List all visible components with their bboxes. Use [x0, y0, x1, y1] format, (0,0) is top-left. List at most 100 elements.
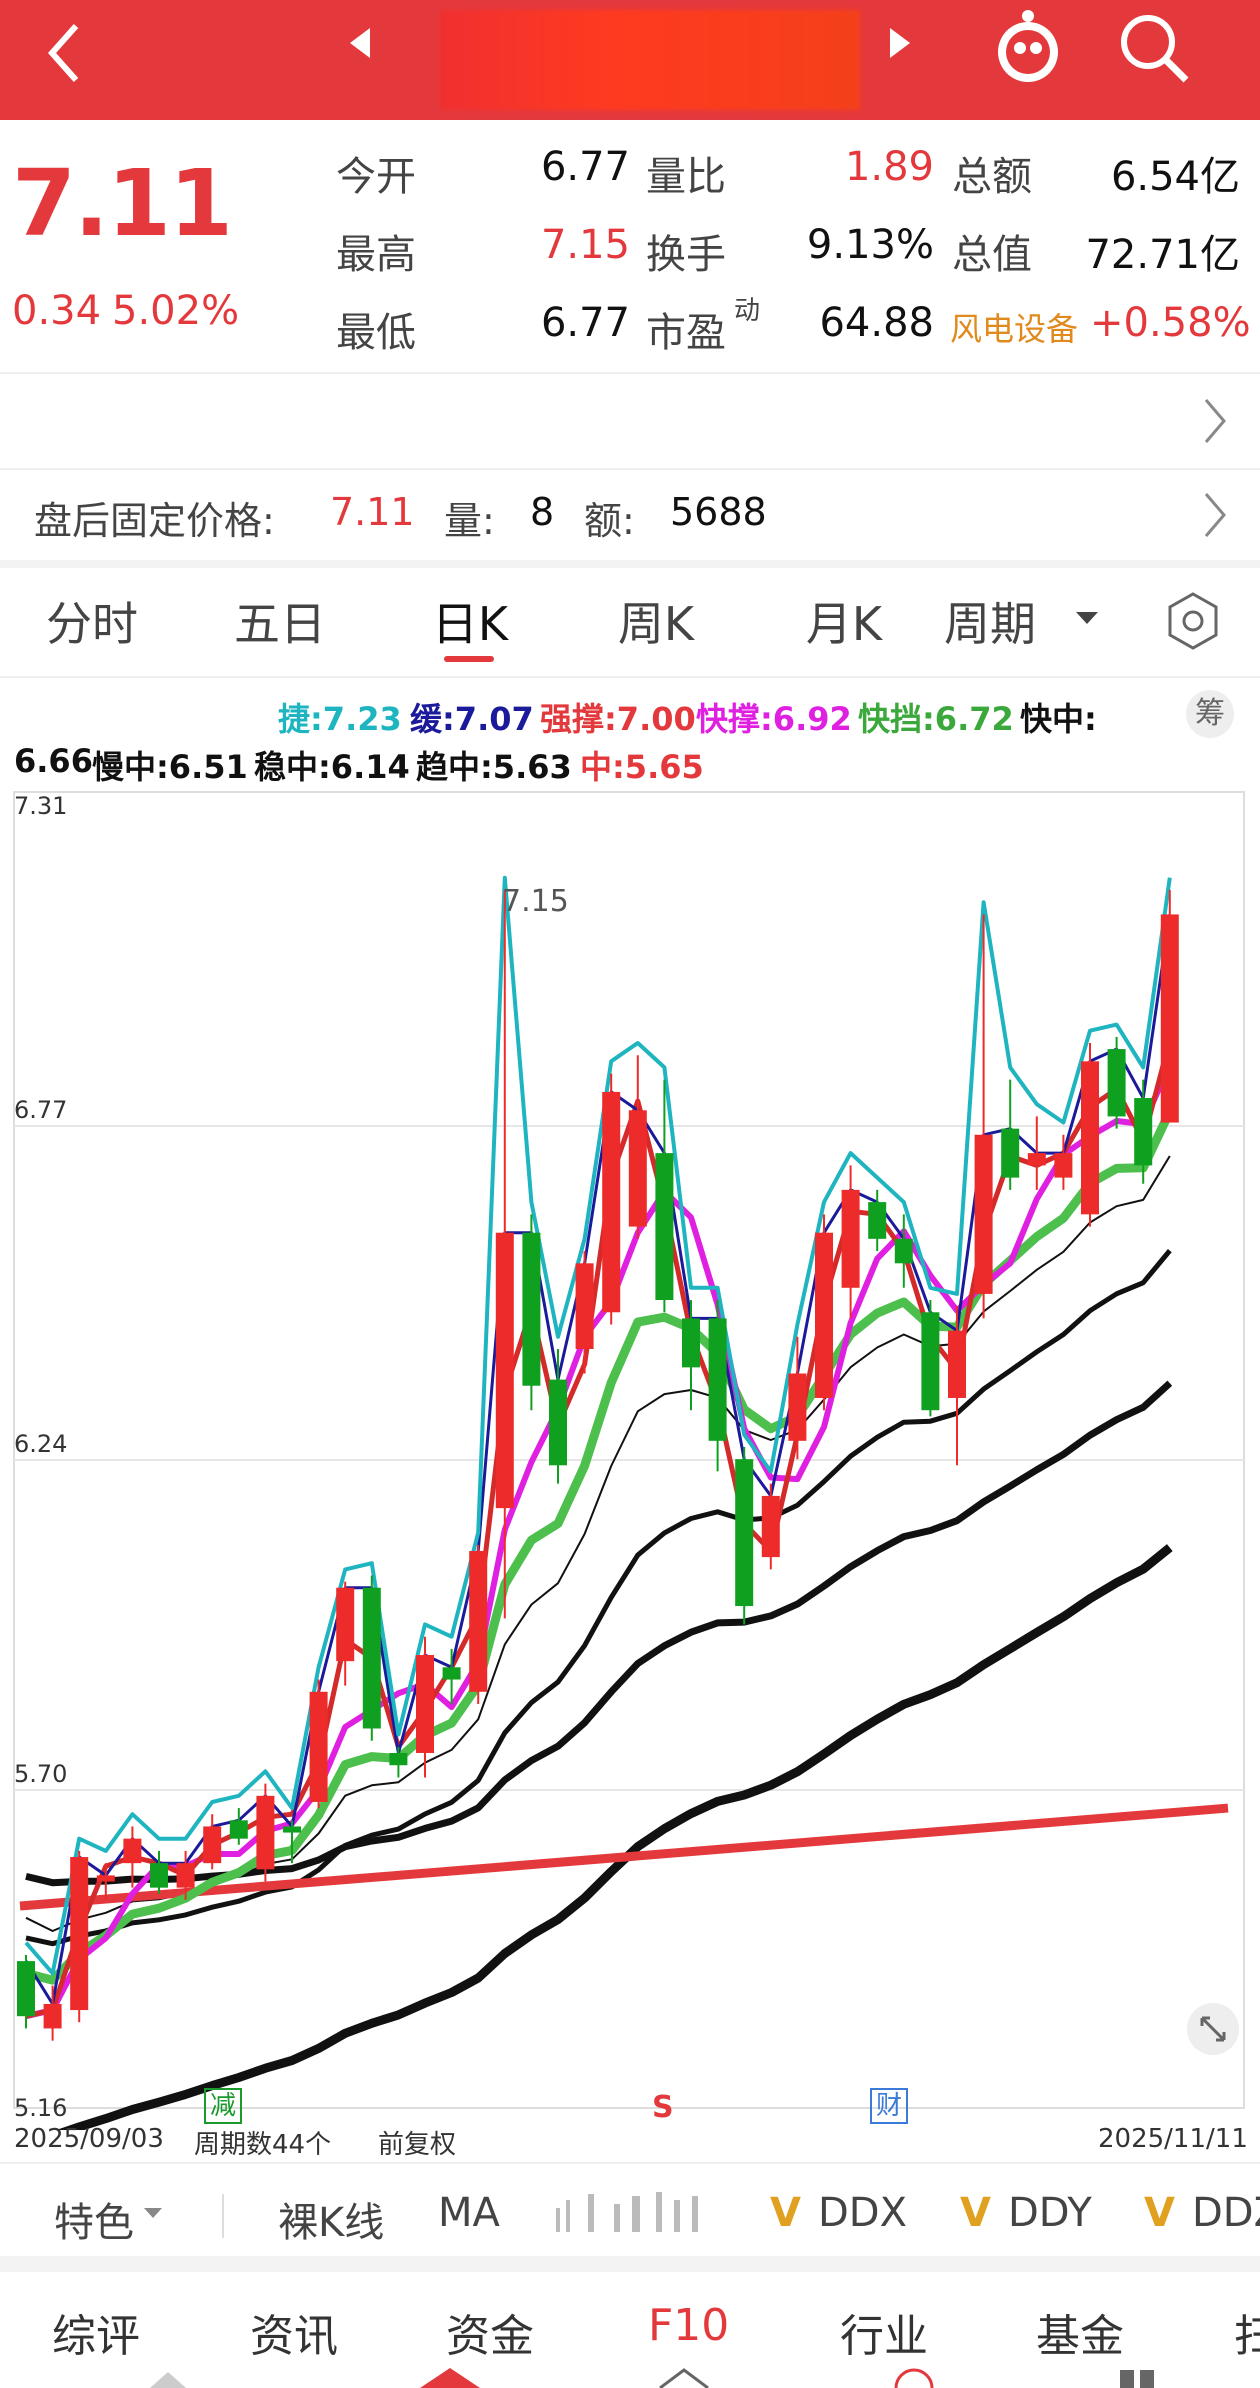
ma-button[interactable]: MA — [438, 2190, 500, 2236]
pe-value: 64.88 — [819, 300, 934, 346]
candle-body — [708, 1318, 727, 1441]
open-label: 今开 — [336, 154, 416, 200]
naked-k-button[interactable]: 裸K线 — [278, 2190, 384, 2248]
tab-daily-k[interactable]: 日K — [400, 588, 540, 654]
sector-change[interactable]: +0.58% — [1090, 300, 1251, 346]
turnover-amount-label: 总额 — [952, 154, 1032, 200]
candle-body — [495, 1232, 514, 1509]
candle-body — [894, 1238, 913, 1264]
prev-stock-icon[interactable] — [346, 26, 376, 60]
chevron-right-icon[interactable] — [1200, 490, 1230, 540]
candle-body — [70, 1857, 89, 2011]
settings-hexagon-icon[interactable] — [1162, 590, 1224, 652]
candle-body — [1027, 1153, 1046, 1166]
tab-period[interactable]: 周期 — [944, 588, 1074, 654]
candle-body — [522, 1232, 541, 1386]
high-label: 最高 — [336, 232, 416, 278]
pe-label: 市盈 — [646, 310, 726, 356]
period-count: 周期数44个 — [194, 2130, 332, 2160]
start-date: 2025/09/03 — [14, 2124, 164, 2154]
divider — [0, 2256, 1260, 2272]
candle-body — [17, 1961, 35, 2017]
ddy-button[interactable]: DDY — [1008, 2190, 1092, 2236]
tab-intraday[interactable]: 分时 — [22, 588, 162, 654]
tab-more[interactable]: 扫 — [1234, 2300, 1260, 2364]
sector-label[interactable]: 风电设备 — [950, 304, 1078, 350]
candle-body — [1081, 1061, 1099, 1215]
market-cap-label: 总值 — [952, 232, 1032, 278]
y-tick-4: 5.70 — [14, 1760, 68, 1788]
ma-trend-mid-line — [56, 1544, 1173, 2130]
candle-body — [815, 1232, 833, 1398]
volume-ratio-label: 量比 — [646, 154, 726, 200]
after-hours-amt: 5688 — [670, 490, 767, 534]
y-tick-3: 6.24 — [14, 1430, 68, 1458]
legend-strong-support: 强撑:7.00 — [540, 700, 696, 738]
after-hours-price: 7.11 — [330, 490, 415, 534]
tab-industry[interactable]: 行业 — [840, 2300, 928, 2364]
low-value: 6.77 — [540, 300, 630, 346]
y-tick-2: 6.77 — [14, 1096, 68, 1124]
stock-name-redacted — [440, 10, 860, 110]
chevron-right-icon[interactable] — [1200, 396, 1230, 446]
open-value: 6.77 — [540, 144, 630, 190]
ddz-v-icon: V — [1144, 2190, 1175, 2236]
chip-button[interactable]: 筹 — [1186, 690, 1234, 738]
expand-icon[interactable] — [1186, 2002, 1240, 2056]
turnover-amount-value: 6.54亿 — [1110, 154, 1240, 200]
search-icon[interactable] — [1116, 10, 1192, 86]
ma-stable-mid-line — [25, 1380, 1173, 1887]
divider — [0, 468, 1260, 470]
turnover-rate-label: 换手 — [646, 232, 726, 278]
candle-body — [43, 2003, 62, 2029]
next-stock-icon[interactable] — [884, 26, 914, 60]
volume-ratio-value: 1.89 — [844, 144, 934, 190]
candle-body — [203, 1826, 222, 1864]
candle-body — [150, 1863, 168, 1888]
tab-weekly-k[interactable]: 周K — [586, 588, 726, 654]
tab-overview[interactable]: 综评 — [52, 2300, 140, 2364]
dropdown-caret-icon[interactable] — [1074, 610, 1100, 626]
tab-f10[interactable]: F10 — [648, 2300, 729, 2351]
marker-sell[interactable]: S — [652, 2090, 674, 2125]
after-hours-vol-label: 量: — [444, 499, 495, 543]
ma-fast-support-line — [25, 1063, 1173, 2020]
candle-body — [309, 1691, 328, 1802]
candlestick-chart[interactable] — [0, 780, 1260, 2130]
legend-fast-mid-value: 6.66 — [14, 742, 93, 780]
marker-reduce[interactable]: 减 — [204, 2088, 242, 2124]
mascot-icon[interactable] — [990, 8, 1066, 88]
ddz-button[interactable]: DDZ — [1192, 2190, 1260, 2236]
dropdown-caret-icon[interactable] — [142, 2206, 164, 2220]
candle-body — [575, 1263, 594, 1350]
tab-monthly-k[interactable]: 月K — [774, 588, 914, 654]
legend-fast: 捷:7.23 — [278, 700, 402, 738]
tab-news[interactable]: 资讯 — [250, 2300, 338, 2364]
tab-five-day[interactable]: 五日 — [210, 588, 350, 654]
nav-bar-icons — [150, 2368, 1154, 2388]
back-icon[interactable] — [40, 18, 90, 88]
adjust-mode[interactable]: 前复权 — [378, 2124, 456, 2161]
candle-body — [1107, 1049, 1126, 1117]
candle-body — [628, 1110, 647, 1227]
candle-body — [761, 1495, 780, 1558]
legend-slow: 缓:7.07 — [410, 700, 534, 738]
candle-body — [921, 1312, 940, 1411]
marker-finance[interactable]: 财 — [870, 2088, 908, 2124]
legend-fast-support: 快撑:6.92 — [696, 700, 852, 738]
tab-fund[interactable]: 基金 — [1036, 2300, 1124, 2364]
divider — [0, 676, 1260, 678]
volume-bars-icon[interactable] — [552, 2190, 712, 2236]
candle-body — [256, 1795, 275, 1870]
y-tick-bottom: 5.16 — [14, 2094, 68, 2122]
tab-funds-flow[interactable]: 资金 — [446, 2300, 534, 2364]
ddy-v-icon: V — [960, 2190, 991, 2236]
divider — [0, 2162, 1260, 2164]
ddx-button[interactable]: DDX — [818, 2190, 907, 2236]
toolbar-separator — [222, 2194, 224, 2238]
ddx-v-icon: V — [770, 2190, 801, 2236]
price-change: 0.34 — [12, 288, 102, 334]
low-label: 最低 — [336, 310, 416, 356]
feature-dropdown[interactable]: 特色 — [54, 2190, 134, 2248]
candle-body — [868, 1202, 887, 1239]
